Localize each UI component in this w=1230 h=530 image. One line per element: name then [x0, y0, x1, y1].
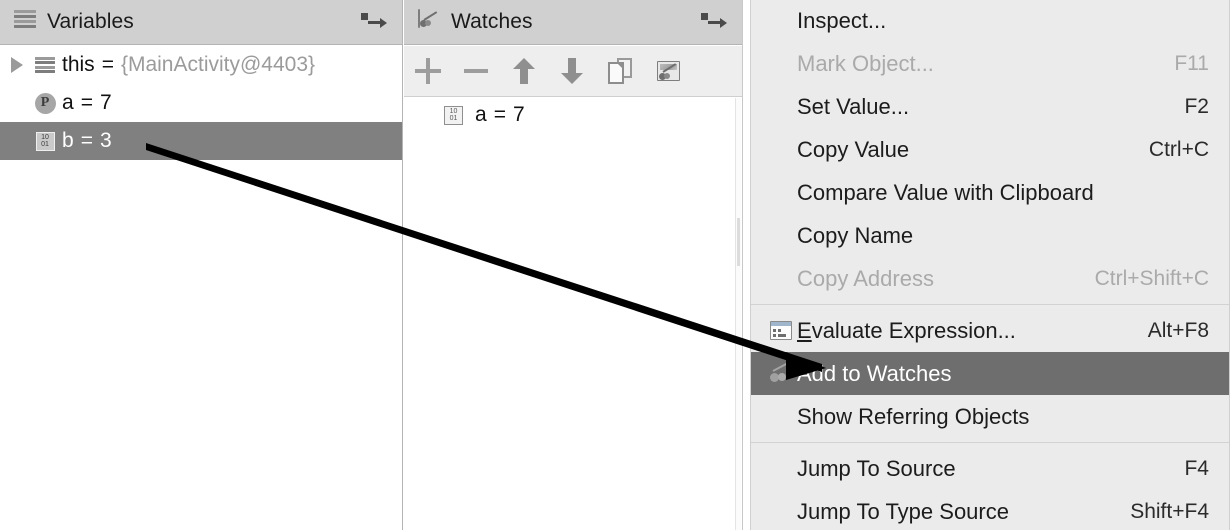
variables-panel: Variables this = {MainActivity@4403} P a… [0, 0, 403, 530]
variables-row-a[interactable]: P a = 7 [0, 84, 402, 122]
object-lines-icon [30, 46, 60, 84]
menu-item-copy-value[interactable]: Copy Value Ctrl+C [751, 128, 1229, 171]
expand-triangle-icon[interactable] [4, 46, 30, 84]
variable-equals: = [101, 53, 114, 76]
variable-name: b [62, 129, 74, 152]
move-watch-down-button[interactable] [548, 47, 596, 95]
watches-panel: Watches 10 01 a = 7 [404, 0, 743, 530]
menu-item-label: Mark Object... [797, 50, 934, 76]
menu-separator [751, 442, 1229, 443]
watch-equals: = [493, 103, 506, 126]
arrow-up-icon [513, 58, 535, 84]
watches-scrollbar[interactable] [735, 98, 741, 530]
hide-tool-window-icon[interactable] [701, 12, 734, 32]
menu-item-shortcut: F2 [1184, 94, 1209, 118]
copy-icon [608, 58, 632, 84]
primitive-binary-icon: 10 01 [444, 105, 463, 125]
variables-panel-title: Variables [47, 10, 134, 33]
variable-name: this [62, 53, 95, 76]
variables-tree[interactable]: this = {MainActivity@4403} P a = 7 1001 [0, 46, 402, 530]
menu-item-mnemonic: E [797, 317, 812, 343]
menu-item-label: Jump To Type Source [797, 498, 1009, 524]
menu-item-jump-to-source[interactable]: Jump To Source F4 [751, 447, 1229, 490]
add-to-watches-icon [765, 362, 797, 382]
menu-item-label: Inspect... [797, 7, 887, 33]
menu-item-label: Copy Name [797, 222, 914, 248]
menu-item-mark-object[interactable]: Mark Object... F11 [751, 42, 1229, 85]
menu-item-shortcut: Alt+F8 [1147, 318, 1209, 342]
variable-context-menu[interactable]: Inspect... Mark Object... F11 Set Value.… [750, 0, 1230, 530]
variables-panel-header: Variables [0, 0, 402, 45]
watches-list[interactable]: 10 01 a = 7 [404, 97, 742, 530]
watches-toolbar [404, 46, 742, 97]
menu-item-shortcut: Ctrl+Shift+C [1094, 266, 1209, 290]
menu-item-shortcut: F11 [1174, 51, 1209, 75]
menu-item-shortcut: F4 [1184, 456, 1209, 480]
variable-name: a [62, 91, 74, 114]
menu-item-add-to-watches[interactable]: Add to Watches [751, 352, 1229, 395]
menu-item-inspect[interactable]: Inspect... [751, 0, 1229, 42]
variable-equals: = [80, 129, 93, 152]
move-watch-up-button[interactable] [500, 47, 548, 95]
evaluate-expression-icon [765, 321, 797, 340]
remove-watch-button[interactable] [452, 47, 500, 95]
duplicate-watch-button[interactable] [596, 47, 644, 95]
lines-icon [14, 10, 38, 34]
variable-equals: = [80, 91, 93, 114]
debugger-screenshot: Variables this = {MainActivity@4403} P a… [0, 0, 1230, 530]
watches-panel-header: Watches [404, 0, 742, 45]
menu-item-label: Show Referring Objects [797, 403, 1030, 429]
menu-item-label: Set Value... [797, 93, 910, 119]
menu-item-label: Jump To Source [797, 455, 956, 481]
variables-row-b[interactable]: 10 01 b = 3 [0, 122, 402, 160]
variable-value: 3 [99, 129, 112, 152]
arrow-down-icon [561, 58, 583, 84]
watches-panel-title: Watches [451, 10, 533, 33]
hide-tool-window-icon[interactable] [361, 12, 394, 32]
watches-scrollbar-thumb[interactable] [737, 218, 740, 266]
plus-icon [415, 58, 441, 84]
menu-item-label: Copy Address [797, 265, 934, 291]
menu-item-jump-to-type-source[interactable]: Jump To Type Source Shift+F4 [751, 490, 1229, 530]
menu-item-label: Evaluate Expression... [797, 318, 1126, 344]
menu-item-label: Compare Value with Clipboard [797, 179, 1094, 205]
menu-item-label: Copy Value [797, 136, 910, 162]
menu-item-label-rest: valuate Expression... [811, 317, 1016, 343]
menu-item-shortcut: Shift+F4 [1130, 499, 1209, 523]
watch-name: a [475, 103, 487, 126]
add-watch-button[interactable] [404, 47, 452, 95]
parameter-p-icon: P [30, 84, 60, 122]
watches-row-a[interactable]: 10 01 a = 7 [404, 97, 742, 133]
variables-row-this[interactable]: this = {MainActivity@4403} [0, 46, 402, 84]
watches-icon [656, 61, 680, 81]
menu-item-evaluate-expression[interactable]: Evaluate Expression... Alt+F8 [751, 309, 1229, 352]
watch-value: 7 [512, 103, 525, 126]
menu-item-label: Add to Watches [797, 360, 952, 386]
minus-icon [464, 69, 488, 73]
menu-separator [751, 304, 1229, 305]
variable-value: {MainActivity@4403} [120, 53, 316, 76]
menu-item-copy-name[interactable]: Copy Name [751, 214, 1229, 257]
variable-value: 7 [99, 91, 112, 114]
primitive-binary-icon: 10 01 [30, 122, 60, 160]
menu-item-copy-address[interactable]: Copy Address Ctrl+Shift+C [751, 257, 1229, 300]
watches-settings-button[interactable] [644, 47, 692, 95]
menu-item-compare-value-with-clipboard[interactable]: Compare Value with Clipboard [751, 171, 1229, 214]
menu-item-show-referring-objects[interactable]: Show Referring Objects [751, 395, 1229, 438]
menu-item-shortcut: Ctrl+C [1148, 137, 1209, 161]
menu-item-set-value[interactable]: Set Value... F2 [751, 85, 1229, 128]
watches-icon [418, 9, 442, 34]
